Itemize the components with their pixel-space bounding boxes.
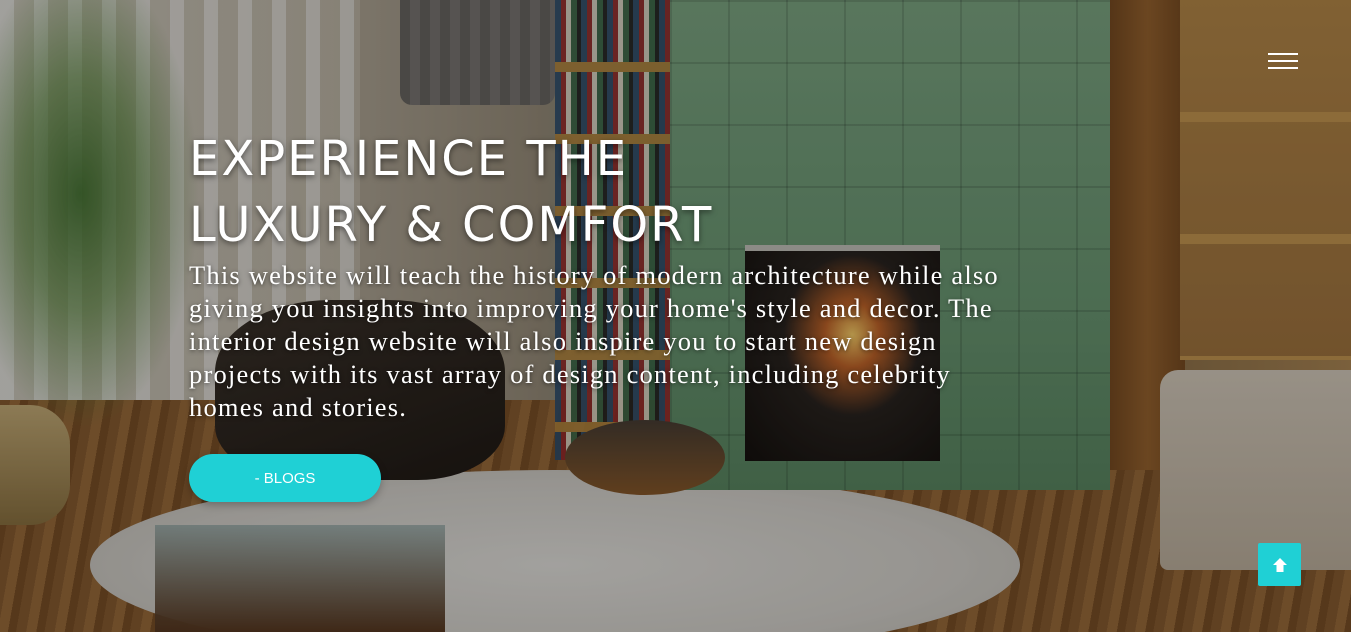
hamburger-menu-icon[interactable]: [1264, 46, 1302, 76]
headline-line-2: LUXURY & COMFORT: [189, 197, 714, 253]
blogs-button[interactable]: - BLOGS: [189, 454, 381, 502]
scroll-to-top-button[interactable]: [1258, 543, 1301, 586]
menu-bar-top: [1268, 53, 1298, 55]
menu-bar-middle: [1268, 60, 1298, 62]
arrow-up-icon: [1272, 557, 1287, 572]
hero-headline: EXPERIENCE THE LUXURY & COMFORT: [189, 126, 909, 258]
hero-description: This website will teach the history of m…: [189, 260, 999, 422]
menu-bar-bottom: [1268, 67, 1298, 69]
headline-line-1: EXPERIENCE THE: [189, 131, 629, 187]
